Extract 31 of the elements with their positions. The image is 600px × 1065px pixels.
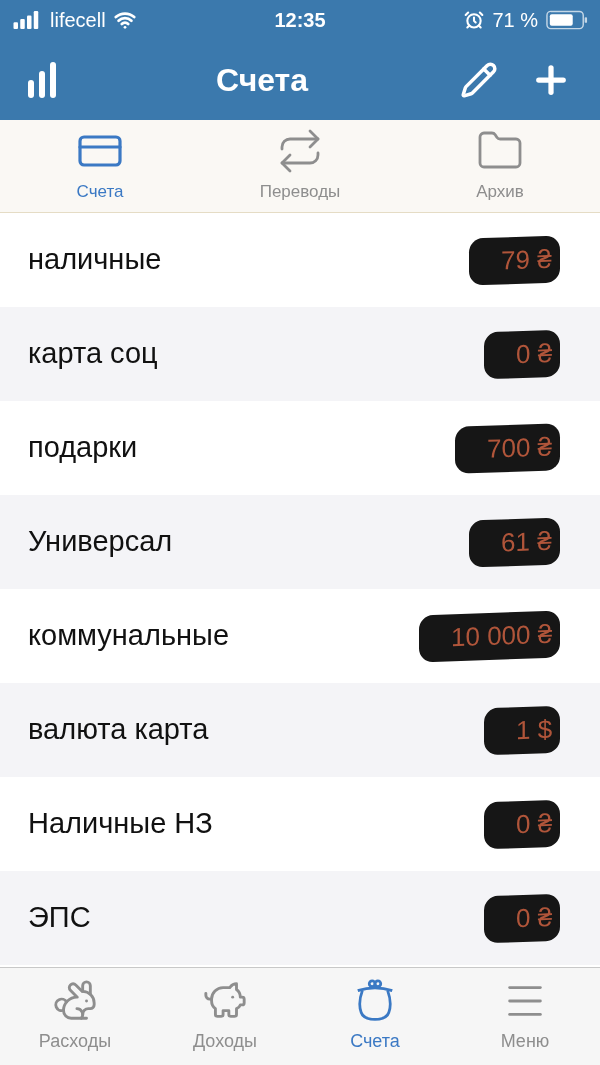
account-row[interactable]: Универсал 61 ₴ [0, 495, 600, 589]
amount-scribble: 0 ₴ [483, 329, 560, 379]
bar-chart-icon [28, 62, 58, 98]
account-row[interactable]: валюта карта 1 $ [0, 683, 600, 777]
alarm-icon [464, 10, 485, 30]
amount-scribble: 0 ₴ [483, 799, 560, 849]
account-name: валюта карта [28, 712, 209, 748]
account-name: Наличные НЗ [28, 806, 213, 842]
edit-button[interactable] [460, 61, 498, 99]
account-name: подарки [28, 430, 138, 466]
battery-percent: 71 % [492, 8, 538, 33]
account-row[interactable]: карта соц 0 ₴ [0, 307, 600, 401]
tab-bar-item[interactable]: Счета [300, 968, 450, 1065]
screen-title: Счета [214, 61, 310, 100]
amount-scribble: 0 ₴ [483, 893, 560, 943]
account-name: ЭПС [28, 900, 91, 936]
clock-time: 12:35 [274, 8, 326, 33]
wifi-icon [113, 9, 136, 31]
segment-tab[interactable]: Счета [0, 120, 200, 212]
amount-scribble: 700 ₴ [454, 422, 560, 474]
amount-scribble: 1 $ [483, 705, 560, 755]
amount-scribble: 10 000 ₴ [418, 610, 560, 662]
account-name: наличные [28, 242, 162, 278]
account-row[interactable]: ЭПС 0 ₴ [0, 871, 600, 965]
account-name: Универсал [28, 524, 173, 560]
account-name: карта соц [28, 336, 158, 372]
account-name: коммунальные [28, 618, 229, 654]
battery-icon [546, 10, 588, 30]
amount-scribble: 61 ₴ [469, 516, 560, 568]
carrier-name: lifecell [50, 8, 106, 33]
amount-scribble: 79 ₴ [469, 234, 560, 286]
